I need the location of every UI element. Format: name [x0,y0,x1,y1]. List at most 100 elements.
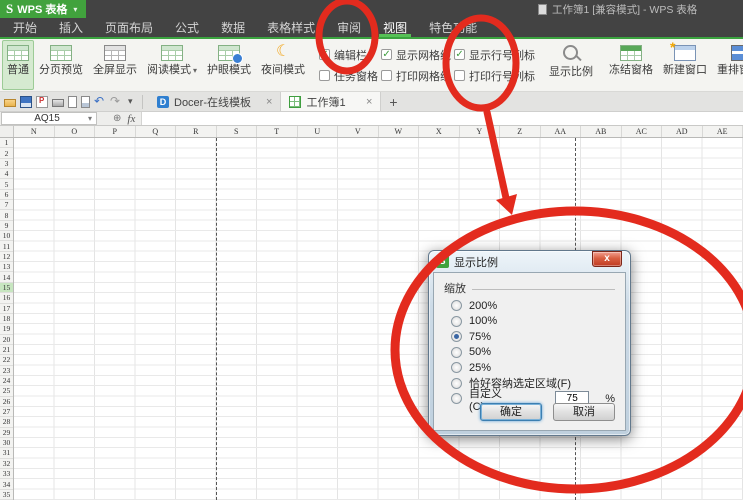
tab-开始[interactable]: 开始 [2,18,48,37]
zoom-option-100[interactable]: 100% [451,315,615,327]
insert-function-button[interactable]: fx [127,113,135,125]
print-gridlines-checkbox[interactable]: 打印网格线 [381,68,451,84]
row-header-23[interactable]: 23 [0,366,13,376]
tab-表格样式[interactable]: 表格样式 [256,18,326,37]
column-header-AC[interactable]: AC [622,126,662,137]
read-mode-button[interactable]: 阅读模式 ▾ [142,40,202,90]
zoom-scale-button[interactable]: 显示比例 [544,40,598,90]
row-header-12[interactable]: 12 [0,252,13,263]
row-header-5[interactable]: 5 [0,179,13,190]
row-header-22[interactable]: 22 [0,355,13,366]
fullscreen-button[interactable]: 全屏显示 [88,40,142,90]
arrange-windows-button[interactable]: 重排窗口▾ [712,40,743,90]
row-header-19[interactable]: 19 [0,324,13,335]
export-pdf-icon[interactable] [36,95,48,108]
row-header-8[interactable]: 8 [0,210,13,221]
column-header-Q[interactable]: Q [136,126,176,137]
print-preview-icon[interactable] [68,95,77,108]
eye-protect-button[interactable]: 护眼模式 [202,40,256,90]
page-preview-button[interactable]: 分页预览 [34,40,88,90]
night-mode-button[interactable]: 夜间模式 [256,40,310,90]
zoom-option-200[interactable]: 200% [451,300,615,312]
new-window-button[interactable]: 新建窗口 [658,39,712,90]
column-header-AA[interactable]: AA [541,126,581,137]
row-header-33[interactable]: 33 [0,469,13,480]
row-header-34[interactable]: 34 [0,479,13,490]
row-header-16[interactable]: 16 [0,293,13,304]
row-header-28[interactable]: 28 [0,417,13,428]
document-tab[interactable]: D Docer-在线模板 × [149,92,282,111]
column-header-W[interactable]: W [379,126,419,137]
row-header-31[interactable]: 31 [0,448,13,459]
task-pane-checkbox[interactable]: 任务窗格 [319,68,378,84]
row-header-14[interactable]: 14 [0,272,13,283]
save-icon[interactable] [20,95,32,108]
tab-审阅[interactable]: 审阅 [326,18,372,37]
formula-input[interactable] [141,112,743,125]
more-dropdown-icon[interactable] [126,96,138,108]
column-header-AB[interactable]: AB [581,126,622,137]
redo-icon[interactable] [110,94,122,108]
row-header-27[interactable]: 27 [0,407,13,418]
row-header-29[interactable]: 29 [0,428,13,438]
column-header-N[interactable]: N [14,126,55,137]
zoom-option-25[interactable]: 25% [451,362,615,374]
tab-视图[interactable]: 视图 [372,18,418,37]
row-header-13[interactable]: 13 [0,262,13,273]
name-box[interactable]: AQ15 ▾ [1,112,97,125]
row-header-6[interactable]: 6 [0,190,13,201]
cancel-button[interactable]: 取消 [553,403,615,421]
close-icon[interactable]: × [256,96,272,108]
row-header-1[interactable]: 1 [0,138,13,149]
row-header-26[interactable]: 26 [0,397,13,407]
close-icon[interactable]: × [356,96,372,108]
row-header-9[interactable]: 9 [0,221,13,232]
undo-icon[interactable] [94,94,106,108]
tab-特色功能[interactable]: 特色功能 [418,18,488,37]
show-gridlines-checkbox[interactable]: ✓ 显示网格线 [381,47,451,63]
print-icon[interactable] [52,99,64,107]
row-header-11[interactable]: 11 [0,241,13,252]
row-header-30[interactable]: 30 [0,438,13,449]
column-header-AD[interactable]: AD [662,126,703,137]
row-header-20[interactable]: 20 [0,335,13,345]
show-headings-checkbox[interactable]: ✓ 显示行号列标 [454,47,535,63]
column-header-U[interactable]: U [298,126,338,137]
print-headings-checkbox[interactable]: 打印行号列标 [454,68,535,84]
column-header-O[interactable]: O [55,126,95,137]
file-preview-icon[interactable] [81,95,90,108]
dialog-close-button[interactable]: x [592,251,622,267]
zoom-option-75[interactable]: 75% [451,331,615,343]
edit-bar-checkbox[interactable]: ✓ 编辑栏 [319,47,378,63]
sheet-cells[interactable] [14,138,743,500]
row-header-17[interactable]: 17 [0,304,13,314]
column-header-P[interactable]: P [95,126,136,137]
column-header-Y[interactable]: Y [460,126,500,137]
normal-view-button[interactable]: 普通 [2,40,34,90]
open-folder-icon[interactable] [4,99,16,107]
row-header-21[interactable]: 21 [0,345,13,356]
wps-menu-button[interactable]: S WPS 表格 ▾ [0,0,87,18]
row-header-3[interactable]: 3 [0,159,13,170]
row-header-32[interactable]: 32 [0,459,13,469]
tab-页面布局[interactable]: 页面布局 [94,18,164,37]
ok-button[interactable]: 确定 [480,403,542,421]
row-header-35[interactable]: 35 [0,490,13,500]
tab-公式[interactable]: 公式 [164,18,210,37]
freeze-panes-button[interactable]: 冻结窗格 [604,40,658,90]
row-header-7[interactable]: 7 [0,200,13,211]
chevron-down-icon[interactable]: ▾ [88,114,92,123]
document-tab[interactable]: 工作簿1 × [281,92,382,111]
row-header-15[interactable]: 15 [0,282,13,294]
column-header-R[interactable]: R [176,126,217,137]
row-header-10[interactable]: 10 [0,231,13,242]
row-header-2[interactable]: 2 [0,148,13,159]
column-header-Z[interactable]: Z [500,126,541,137]
row-header-4[interactable]: 4 [0,169,13,180]
row-header-18[interactable]: 18 [0,314,13,325]
column-header-T[interactable]: T [257,126,298,137]
column-header-S[interactable]: S [217,126,257,137]
row-header-24[interactable]: 24 [0,376,13,387]
row-header-25[interactable]: 25 [0,386,13,397]
column-header-V[interactable]: V [338,126,379,137]
